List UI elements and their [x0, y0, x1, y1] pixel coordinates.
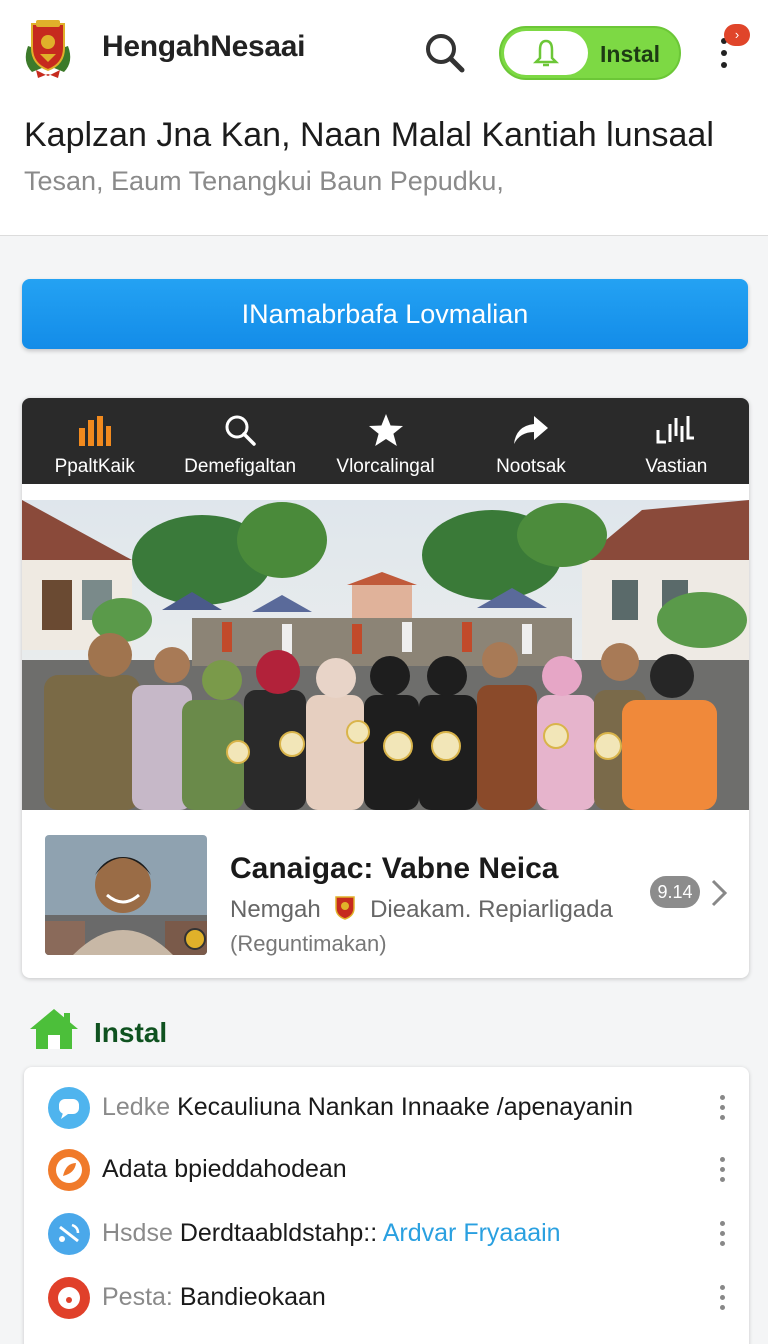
share-icon: [513, 416, 548, 444]
list-item[interactable]: Hsdse Derdtaabldstahp:: Ardvar Fryaaain: [24, 1203, 749, 1267]
antenna-icon: [48, 1213, 90, 1255]
tool-view[interactable]: Vastian: [604, 398, 749, 484]
tool-stats[interactable]: PpaltKaik: [22, 398, 167, 484]
star-icon: [368, 414, 403, 446]
search-icon: [426, 34, 465, 73]
bell-icon: [532, 39, 560, 67]
waveform-icon: [656, 416, 695, 444]
row-more-icon[interactable]: [718, 1283, 728, 1313]
notification-badge[interactable]: ›: [724, 24, 750, 46]
profile-subtitle: (Reguntimakan): [230, 931, 387, 956]
app-header: HengahNesaai Instal › Kaplzan Jna Kan, N…: [0, 0, 768, 236]
profile-meta-left: Nemgah: [230, 895, 321, 923]
toggle-knob: [504, 31, 588, 75]
list-item-link[interactable]: Ardvar Fryaaain: [377, 1219, 561, 1247]
tool-label: Demefigaltan: [184, 456, 297, 477]
profile-title: Canaigac: Vabne Neica: [230, 852, 559, 885]
group-photo[interactable]: [22, 500, 749, 810]
profile-meta-right: Dieakam. Repiarligada: [370, 895, 613, 923]
list-item[interactable]: Adata bpieddahodean: [24, 1139, 749, 1203]
tool-share[interactable]: Nootsak: [458, 398, 603, 484]
row-more-icon[interactable]: [718, 1219, 728, 1249]
card-toolbar: PpaltKaik Demefigaltan Vlorcalingal Noot…: [22, 398, 749, 484]
list-item[interactable]: Pesta: Bandieokaan: [24, 1267, 749, 1331]
house-icon: [30, 1009, 78, 1049]
list-item-text: Hsdse Derdtaabldstahp:: Ardvar Fryaaain: [102, 1219, 561, 1247]
feature-card: PpaltKaik Demefigaltan Vlorcalingal Noot…: [22, 398, 749, 978]
section-title: Instal: [94, 1017, 168, 1048]
chevron-right-icon[interactable]: [710, 878, 728, 908]
activity-list: Ledke Kecauliuna Nankan Innaake /apenaya…: [24, 1067, 749, 1344]
bar-chart-icon: [78, 416, 111, 446]
row-more-icon[interactable]: [718, 1155, 728, 1185]
app-name: HengahNesaai: [102, 30, 306, 63]
count-badge: 9.14: [650, 876, 700, 908]
app-logo-icon: [22, 18, 74, 80]
chat-bubble-icon: [48, 1087, 90, 1129]
tool-label: Vastian: [645, 456, 708, 477]
profile-avatar: [45, 835, 207, 955]
list-item-text: Adata bpieddahodean: [102, 1155, 347, 1183]
page-subtitle: Tesan, Eaum Tenangkui Baun Pepudku,: [24, 166, 504, 196]
tool-search[interactable]: Demefigaltan: [167, 398, 312, 484]
row-more-icon[interactable]: [718, 1093, 728, 1123]
tool-label: Vlorcalingal: [336, 456, 435, 477]
leaf-icon: [48, 1149, 90, 1191]
search-icon: [225, 415, 256, 446]
install-toggle[interactable]: Instal: [499, 26, 681, 80]
primary-cta-button[interactable]: INamabrbafa Lovmalian: [22, 279, 748, 349]
page-headline: Kaplzan Jna Kan, Naan Malal Kantiah luns…: [24, 116, 714, 154]
profile-meta: Nemgah Dieakam. Repiarligada: [230, 894, 613, 927]
tool-favorite[interactable]: Vlorcalingal: [313, 398, 458, 484]
record-icon: [48, 1277, 90, 1319]
list-item-text: Ledke Kecauliuna Nankan Innaake /apenaya…: [102, 1093, 633, 1121]
tool-label: Nootsak: [496, 456, 566, 477]
profile-row[interactable]: Canaigac: Vabne Neica Nemgah Dieakam. Re…: [22, 810, 749, 978]
tool-label: PpaltKaik: [54, 456, 135, 477]
search-button[interactable]: [420, 28, 470, 78]
list-item-text: Pesta: Bandieokaan: [102, 1283, 326, 1311]
list-item[interactable]: Ledke Kecauliuna Nankan Innaake /apenaya…: [24, 1077, 749, 1141]
install-label: Instal: [600, 41, 661, 67]
seal-icon: [333, 894, 357, 927]
